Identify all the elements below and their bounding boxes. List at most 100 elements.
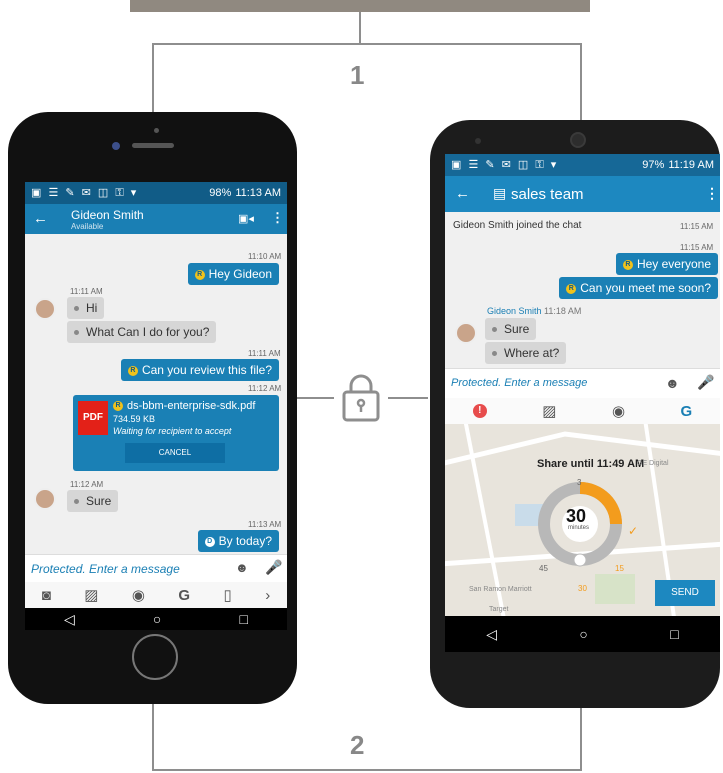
- connector-line: [152, 769, 582, 771]
- file-icon[interactable]: ▯: [224, 586, 232, 604]
- dial-tick: 3: [577, 478, 582, 487]
- front-camera: [112, 142, 120, 150]
- message-text: Sure: [504, 322, 530, 336]
- battery-level: 97%: [642, 159, 665, 171]
- message-text: Can you meet me soon?: [580, 281, 711, 295]
- microphone-icon[interactable]: 🎤: [697, 374, 714, 391]
- message-text: Sure: [86, 494, 112, 508]
- dial-tick: 30: [578, 584, 587, 593]
- read-status-icon: R: [566, 283, 577, 294]
- attachment-toolbar: ! ▨ ◉ G: [445, 398, 720, 424]
- gallery-icon[interactable]: ▨: [542, 402, 556, 420]
- delivery-dot: [492, 351, 497, 357]
- recents-nav-icon[interactable]: □: [670, 626, 678, 642]
- file-name: ds-bbm-enterprise-sdk.pdf: [127, 400, 256, 412]
- read-status-icon: R: [113, 401, 123, 412]
- attachment-toolbar: ◙ ▨ ◉ G ▯ ›: [25, 582, 287, 608]
- message-text: Where at?: [504, 346, 560, 360]
- file-transfer-card: PDF Rds-bbm-enterprise-sdk.pdf 734.59 KB…: [73, 395, 279, 471]
- message-input[interactable]: Protected. Enter a message: [451, 377, 587, 389]
- back-arrow-icon[interactable]: ←: [33, 210, 48, 227]
- read-status-icon: R: [194, 269, 205, 280]
- left-screen: ▣ ☰ ✎ ✉ ◫ ⚿ ▾ 98% 11:13 AM ← Gideon Smit…: [25, 182, 287, 630]
- message-bubble[interactable]: What Can I do for you?: [67, 321, 217, 343]
- right-phone: ▣ ☰ ✎ ✉ ◫ ⚿ ▾ 97% 11:19 AM ← ▤ sales tea…: [430, 120, 720, 708]
- message-bubble[interactable]: R Hey everyone: [615, 253, 718, 275]
- send-button[interactable]: SEND: [655, 580, 715, 606]
- delivery-dot: [74, 306, 79, 312]
- share-until-label: Share until 11:49 AM: [537, 458, 645, 470]
- message-text: Hey everyone: [636, 257, 711, 271]
- lock-icon: [342, 374, 380, 422]
- back-arrow-icon[interactable]: ←: [455, 185, 470, 202]
- clock: 11:19 AM: [668, 159, 714, 171]
- message-time: 11:12 AM: [70, 480, 104, 489]
- timer-value: 30: [566, 506, 587, 526]
- microphone-icon[interactable]: 🎤: [265, 559, 282, 576]
- message-bubble[interactable]: D By today?: [197, 530, 279, 552]
- app-bar: ← ▤ sales team ⋮: [445, 176, 720, 212]
- chevron-right-icon[interactable]: ›: [265, 587, 270, 604]
- emoji-icon[interactable]: ☻: [665, 375, 680, 391]
- connector-line: [152, 703, 154, 771]
- message-text: What Can I do for you?: [86, 325, 210, 339]
- system-message: Gideon Smith joined the chat: [453, 220, 582, 231]
- group-chat-icon: ▤: [493, 185, 507, 201]
- avatar: [455, 322, 477, 344]
- connector-line: [359, 12, 361, 44]
- status-bar: ▣ ☰ ✎ ✉ ◫ ⚿ ▾ 98% 11:13 AM: [25, 182, 287, 204]
- nav-bar: ◁ ○ □: [25, 608, 287, 630]
- google-icon[interactable]: G: [178, 587, 190, 604]
- message-text: Hey Gideon: [208, 267, 272, 281]
- avatar: [34, 298, 56, 320]
- message-bubble[interactable]: R Can you meet me soon?: [559, 277, 718, 299]
- google-icon[interactable]: G: [681, 403, 693, 420]
- photo-icon[interactable]: ◉: [612, 402, 625, 420]
- camera-icon[interactable]: ◙: [42, 587, 51, 604]
- map-label: GE Digital: [637, 460, 669, 467]
- home-button[interactable]: [132, 634, 178, 680]
- photo-icon[interactable]: ◉: [132, 586, 145, 604]
- emoji-icon[interactable]: ☻: [235, 560, 249, 575]
- dial-tick: 15: [615, 564, 624, 573]
- compose-bar: Protected. Enter a message ☻ 🎤: [445, 368, 720, 398]
- alert-icon[interactable]: !: [472, 404, 487, 418]
- connector-line: [152, 43, 154, 113]
- more-menu-icon[interactable]: ⋮: [271, 210, 284, 226]
- connector-line: [580, 708, 582, 771]
- map-label: San Ramon Marriott: [469, 586, 532, 593]
- battery-level: 98%: [209, 187, 232, 199]
- message-bubble[interactable]: Sure: [67, 490, 119, 512]
- contact-name: Gideon Smith: [71, 208, 144, 222]
- more-menu-icon[interactable]: ⋮: [705, 185, 719, 202]
- message-bubble[interactable]: R Can you review this file?: [120, 359, 279, 381]
- message-time: 11:13 AM: [248, 520, 282, 529]
- message-bubble[interactable]: Hi: [67, 297, 105, 319]
- home-nav-icon[interactable]: ○: [579, 626, 587, 642]
- video-call-icon[interactable]: ▣◂: [238, 212, 254, 225]
- message-bubble[interactable]: Sure: [485, 318, 537, 340]
- back-nav-icon[interactable]: ◁: [486, 626, 497, 643]
- back-nav-icon[interactable]: ◁: [64, 611, 75, 628]
- nav-bar: ◁ ○ □: [445, 616, 720, 652]
- delivery-dot: [492, 327, 497, 333]
- sensor: [154, 128, 159, 133]
- top-connector-bar: [130, 0, 590, 12]
- connector-line: [152, 43, 582, 45]
- avatar: [34, 488, 56, 510]
- sensor: [475, 138, 481, 144]
- message-text: By today?: [218, 534, 272, 548]
- read-status-icon: R: [622, 259, 633, 270]
- cancel-button[interactable]: CANCEL: [125, 443, 225, 463]
- recents-nav-icon[interactable]: □: [239, 611, 247, 627]
- message-input[interactable]: Protected. Enter a message: [31, 562, 180, 576]
- speaker-grille: [132, 143, 174, 148]
- gallery-icon[interactable]: ▨: [84, 586, 98, 604]
- message-bubble[interactable]: Where at?: [485, 342, 567, 364]
- home-nav-icon[interactable]: ○: [153, 611, 161, 627]
- location-share-panel: Share until 11:49 AM GE Digital San Ramo…: [445, 424, 720, 616]
- message-bubble[interactable]: R Hey Gideon: [187, 263, 279, 285]
- connector-line: [580, 43, 582, 121]
- connector-line: [388, 397, 428, 399]
- message-time: 11:15 AM: [680, 222, 714, 231]
